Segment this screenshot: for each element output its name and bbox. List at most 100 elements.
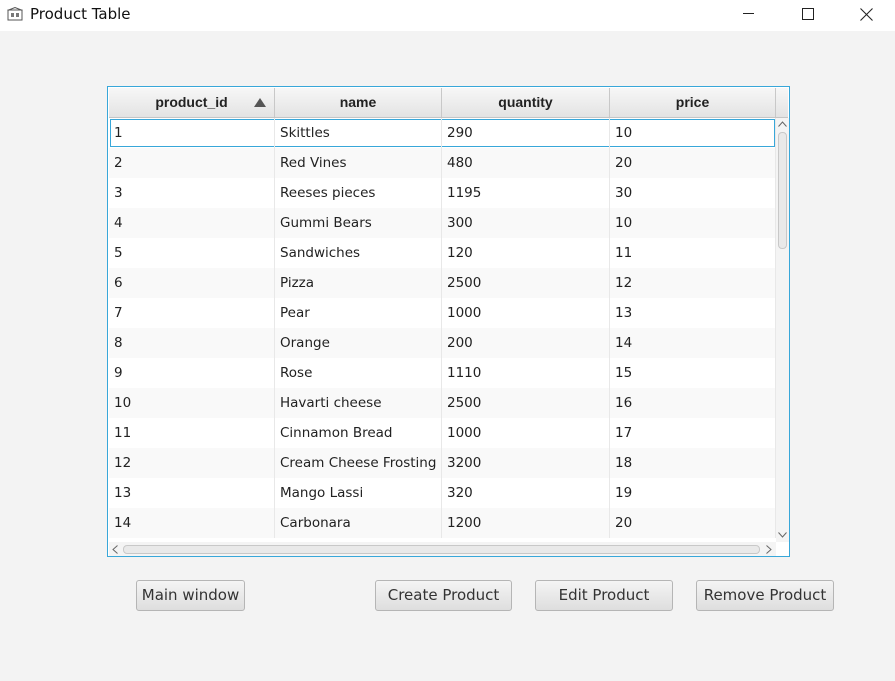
table-row[interactable]: 10 Havarti cheese 2500 16 — [109, 388, 776, 418]
edit-product-button[interactable]: Edit Product — [535, 580, 673, 611]
cell-product-id[interactable]: 11 — [109, 418, 275, 448]
cell-quantity[interactable]: 120 — [442, 238, 610, 268]
cell-product-id[interactable]: 8 — [109, 328, 275, 358]
cell-price[interactable]: 14 — [610, 328, 776, 358]
table-row[interactable]: 4 Gummi Bears 300 10 — [109, 208, 776, 238]
scroll-left-icon[interactable] — [112, 545, 118, 554]
cell-product-id[interactable]: 2 — [109, 148, 275, 178]
cell-price[interactable]: 12 — [610, 268, 776, 298]
table-row[interactable]: 3 Reeses pieces 1195 30 — [109, 178, 776, 208]
table-row[interactable]: 7 Pear 1000 13 — [109, 298, 776, 328]
column-header-label: name — [339, 94, 377, 110]
cell-name[interactable]: Mango Lassi — [275, 478, 442, 508]
cell-name[interactable]: Pear — [275, 298, 442, 328]
cell-quantity[interactable]: 1200 — [442, 508, 610, 538]
cell-quantity[interactable]: 290 — [442, 118, 610, 148]
cell-product-id[interactable]: 7 — [109, 298, 275, 328]
cell-name[interactable]: Gummi Bears — [275, 208, 442, 238]
column-header-price[interactable]: price — [610, 88, 776, 117]
cell-name[interactable]: Cinnamon Bread — [275, 418, 442, 448]
remove-product-button[interactable]: Remove Product — [696, 580, 834, 611]
horizontal-scroll-thumb[interactable] — [123, 545, 760, 554]
table-row[interactable]: 13 Mango Lassi 320 19 — [109, 478, 776, 508]
table-row[interactable]: 6 Pizza 2500 12 — [109, 268, 776, 298]
cell-product-id[interactable]: 12 — [109, 448, 275, 478]
minimize-button[interactable] — [726, 0, 772, 31]
table-row[interactable]: 12 Cream Cheese Frosting 3200 18 — [109, 448, 776, 478]
column-header-quantity[interactable]: quantity — [442, 88, 610, 117]
cell-product-id[interactable]: 3 — [109, 178, 275, 208]
cell-quantity[interactable]: 1000 — [442, 418, 610, 448]
cell-price[interactable]: 18 — [610, 448, 776, 478]
cell-product-id[interactable]: 13 — [109, 478, 275, 508]
cell-price[interactable]: 20 — [610, 508, 776, 538]
cell-quantity[interactable]: 200 — [442, 328, 610, 358]
column-header-name[interactable]: name — [275, 88, 442, 117]
cell-quantity[interactable]: 3200 — [442, 448, 610, 478]
table-row[interactable]: 8 Orange 200 14 — [109, 328, 776, 358]
cell-name[interactable]: Havarti cheese — [275, 388, 442, 418]
cell-quantity[interactable]: 320 — [442, 478, 610, 508]
cell-name[interactable]: Rose — [275, 358, 442, 388]
cell-product-id[interactable]: 9 — [109, 358, 275, 388]
cell-name[interactable]: Skittles — [275, 118, 442, 148]
cell-quantity[interactable]: 1110 — [442, 358, 610, 388]
cell-product-id[interactable]: 5 — [109, 238, 275, 268]
table-row[interactable]: 2 Red Vines 480 20 — [109, 148, 776, 178]
cell-name[interactable]: Cream Cheese Frosting — [275, 448, 442, 478]
cell-price[interactable]: 10 — [610, 208, 776, 238]
cell-product-id[interactable]: 14 — [109, 508, 275, 538]
app-icon — [7, 6, 23, 21]
cell-name[interactable]: Carbonara — [275, 508, 442, 538]
create-product-button[interactable]: Create Product — [375, 580, 512, 611]
maximize-icon — [802, 8, 814, 20]
cell-product-id[interactable]: 1 — [109, 118, 275, 148]
scroll-up-icon[interactable] — [778, 121, 787, 127]
horizontal-scrollbar[interactable] — [109, 542, 776, 556]
cell-quantity[interactable]: 2500 — [442, 388, 610, 418]
product-table[interactable]: product_id name quantity price 1 Skittles… — [107, 86, 790, 557]
maximize-button[interactable] — [785, 0, 831, 31]
cell-quantity[interactable]: 480 — [442, 148, 610, 178]
column-header-label: price — [675, 94, 710, 110]
vertical-scrollbar[interactable] — [776, 118, 789, 542]
cell-quantity[interactable]: 2500 — [442, 268, 610, 298]
table-row[interactable]: 9 Rose 1110 15 — [109, 358, 776, 388]
vertical-scroll-thumb[interactable] — [778, 132, 787, 249]
cell-price[interactable]: 10 — [610, 118, 776, 148]
column-header-label: quantity — [498, 94, 553, 110]
cell-product-id[interactable]: 6 — [109, 268, 275, 298]
column-header-label: product_id — [155, 94, 228, 110]
column-header-product-id[interactable]: product_id — [109, 88, 275, 117]
cell-price[interactable]: 30 — [610, 178, 776, 208]
cell-quantity[interactable]: 1000 — [442, 298, 610, 328]
cell-name[interactable]: Reeses pieces — [275, 178, 442, 208]
cell-price[interactable]: 17 — [610, 418, 776, 448]
sort-ascending-icon — [254, 98, 266, 107]
cell-product-id[interactable]: 10 — [109, 388, 275, 418]
table-header: product_id name quantity price — [109, 88, 788, 118]
table-row[interactable]: 5 Sandwiches 120 11 — [109, 238, 776, 268]
cell-price[interactable]: 16 — [610, 388, 776, 418]
cell-price[interactable]: 20 — [610, 148, 776, 178]
table-row[interactable]: 14 Carbonara 1200 20 — [109, 508, 776, 538]
cell-quantity[interactable]: 1195 — [442, 178, 610, 208]
window-title: Product Table — [30, 5, 131, 23]
cell-name[interactable]: Sandwiches — [275, 238, 442, 268]
cell-product-id[interactable]: 4 — [109, 208, 275, 238]
cell-price[interactable]: 11 — [610, 238, 776, 268]
cell-name[interactable]: Pizza — [275, 268, 442, 298]
cell-name[interactable]: Orange — [275, 328, 442, 358]
cell-price[interactable]: 19 — [610, 478, 776, 508]
cell-name[interactable]: Red Vines — [275, 148, 442, 178]
table-row[interactable]: 1 Skittles 290 10 — [109, 118, 776, 148]
minimize-icon — [743, 13, 754, 14]
main-window-button[interactable]: Main window — [136, 580, 245, 611]
cell-price[interactable]: 15 — [610, 358, 776, 388]
table-row[interactable]: 11 Cinnamon Bread 1000 17 — [109, 418, 776, 448]
cell-price[interactable]: 13 — [610, 298, 776, 328]
scroll-down-icon[interactable] — [778, 532, 787, 538]
cell-quantity[interactable]: 300 — [442, 208, 610, 238]
close-button[interactable] — [843, 0, 889, 31]
scroll-right-icon[interactable] — [766, 545, 772, 554]
